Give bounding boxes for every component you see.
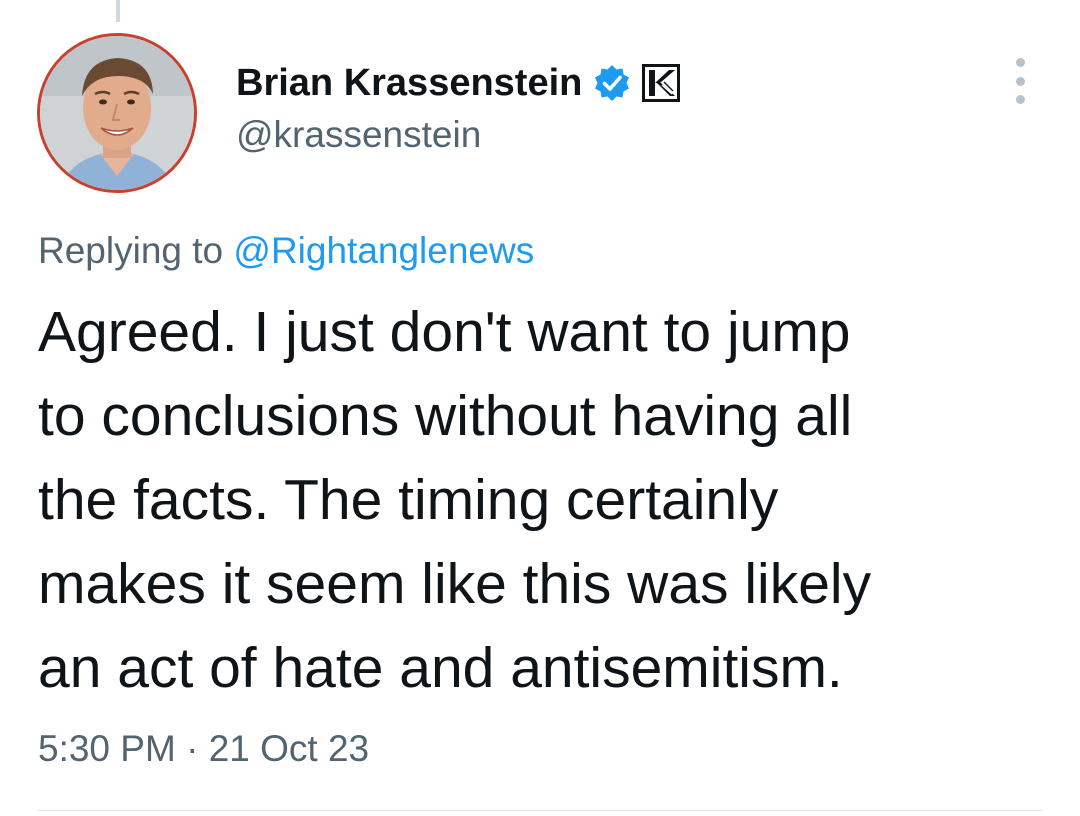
- tweet-timestamp[interactable]: 5:30 PM · 21 Oct 23: [38, 728, 369, 770]
- more-dot: [1015, 95, 1025, 104]
- reply-mention-link[interactable]: @Rightanglenews: [233, 230, 534, 271]
- more-dot: [1015, 76, 1025, 86]
- verified-badge-icon: [592, 63, 632, 103]
- tweet-date: 21 Oct 23: [208, 728, 370, 769]
- more-dot: [1015, 58, 1025, 67]
- replying-to: Replying to @Rightanglenews: [38, 230, 534, 272]
- more-options-icon[interactable]: [1002, 58, 1038, 104]
- avatar[interactable]: [37, 33, 197, 193]
- replying-to-label: Replying to: [38, 230, 224, 271]
- divider: [38, 810, 1042, 811]
- author-name-row: Brian Krassenstein: [236, 58, 681, 108]
- tweet-time: 5:30 PM: [38, 728, 176, 769]
- thread-connector-line: [116, 0, 120, 22]
- display-name[interactable]: Brian Krassenstein: [236, 62, 582, 105]
- tweet-text: Agreed. I just don't want to jump to con…: [38, 300, 872, 700]
- k-logo-icon[interactable]: [642, 64, 681, 102]
- timestamp-separator: ·: [186, 728, 199, 769]
- profile-photo: [40, 36, 194, 190]
- author-handle[interactable]: @krassenstein: [236, 114, 481, 156]
